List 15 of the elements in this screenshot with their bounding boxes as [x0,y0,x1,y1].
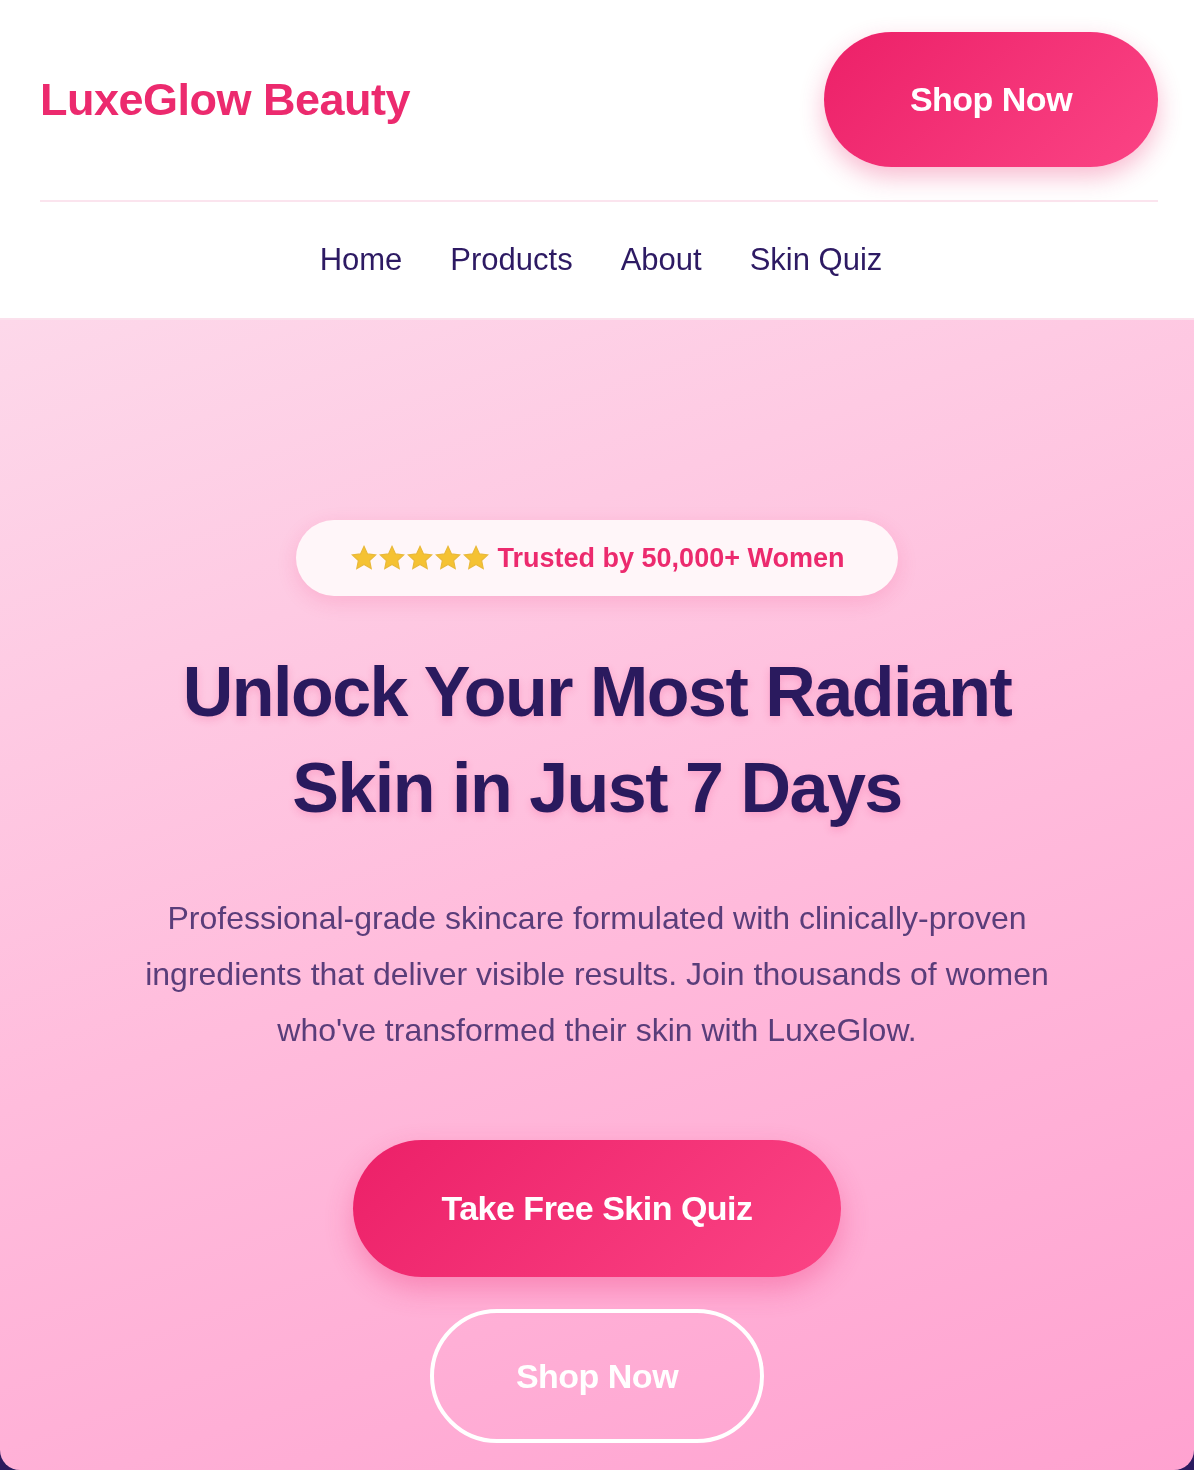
nav-link[interactable]: Home [319,242,403,278]
hero-heading: Unlock Your Most Radiant Skin in Just 7 Days [181,652,1013,829]
shop-now-button[interactable]: Shop Now [824,32,1158,167]
nav-link[interactable]: Skin Quiz [749,242,883,278]
star-icon [377,544,406,572]
nav-link[interactable]: Products [450,242,573,278]
hero-description: Professional-grade skincare formulated with clinically-proven ingredients that deliver visible results. Join thousands of women who've transformed their skin with LuxeGlow. [144,899,1050,1050]
badge-text: Trusted by 50,000+ Women [497,542,845,574]
star-icon [461,544,490,572]
star-icon [433,544,462,572]
star-icon [405,544,434,572]
skin-quiz-button[interactable]: Take Free Skin Quiz [353,1140,841,1277]
star-icon [349,544,378,572]
nav-link[interactable]: About [620,242,702,278]
brand-logo[interactable]: LuxeGlow Beauty [40,73,411,126]
